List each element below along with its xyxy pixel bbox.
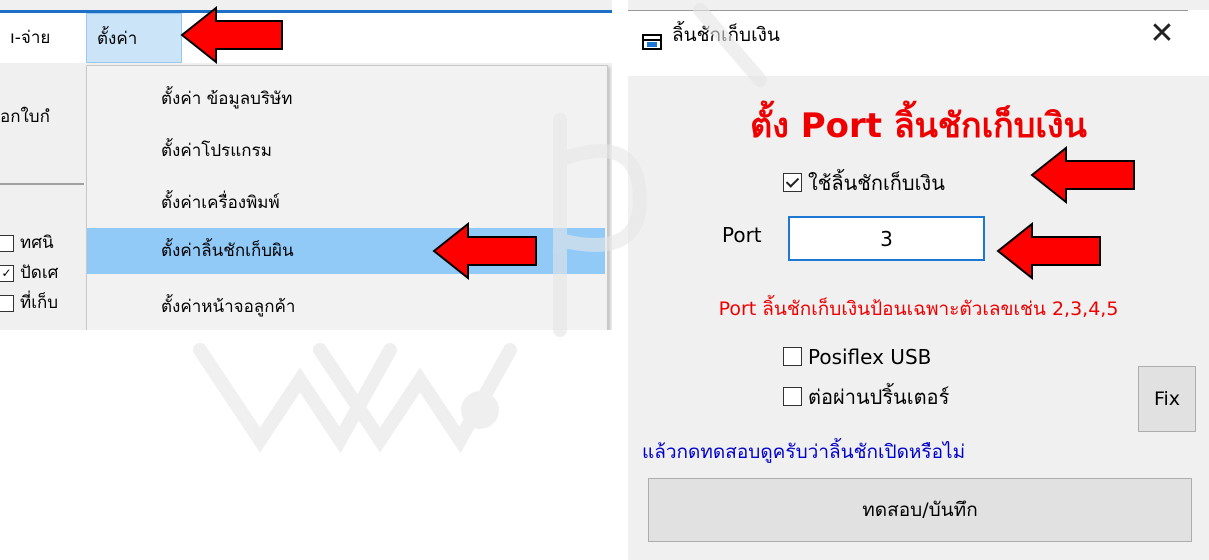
option-checkbox[interactable] xyxy=(0,294,14,312)
via-printer-checkbox[interactable] xyxy=(783,387,802,406)
option-checkbox[interactable]: ✓ xyxy=(0,264,14,282)
close-icon[interactable]: ✕ xyxy=(1144,16,1180,52)
option-rounding[interactable]: ✓ ปัดเศ xyxy=(0,258,58,288)
dialog-titlebar: ลิ้นชักเก็บเงิน ✕ xyxy=(628,10,1209,76)
port-input[interactable] xyxy=(788,216,985,261)
via-printer-label: ต่อผ่านปริ้นเตอร์ xyxy=(808,384,950,409)
dropdown-item-customer-display[interactable]: ตั้งค่าหน้าจอลูกค้า xyxy=(87,284,605,330)
red-arrow-icon xyxy=(996,222,1101,280)
option-label: ปัดเศ xyxy=(20,263,59,283)
test-hint: แล้วกดทดสอบดูครับว่าลิ้นชักเปิดหรือไม่ xyxy=(642,441,966,463)
red-arrow-icon xyxy=(180,6,283,64)
dropdown-item-printer[interactable]: ตั้งค่าเครื่องพิมพ์ xyxy=(87,180,605,226)
cash-drawer-dialog: ลิ้นชักเก็บเงิน ✕ ตั้ง Port ลิ้นชักเก็บเ… xyxy=(628,0,1209,560)
fix-button[interactable]: Fix xyxy=(1138,366,1196,432)
drawer-window-icon xyxy=(642,34,662,50)
option-label: ที่เก็บ xyxy=(20,293,59,313)
toolbar-area: อกใบกํ xyxy=(0,63,84,185)
red-arrow-icon xyxy=(432,222,537,280)
posiflex-usb-option[interactable]: Posiflex USB xyxy=(783,340,931,372)
port-label: Port xyxy=(722,223,762,247)
use-drawer-checkbox[interactable] xyxy=(783,173,802,192)
option-storage[interactable]: ที่เก็บ xyxy=(0,288,58,318)
posiflex-usb-label: Posiflex USB xyxy=(808,344,932,369)
menu-item-income-expense[interactable]: ı-จ่าย xyxy=(0,13,86,63)
page-title: ตั้ง Port ลิ้นชักเก็บเงิน xyxy=(750,106,1087,146)
menu-item-settings[interactable]: ตั้งค่า xyxy=(86,13,182,63)
dropdown-item-company-info[interactable]: ตั้งค่า ข้อมูลบริษัท xyxy=(87,76,605,122)
via-printer-option[interactable]: ต่อผ่านปริ้นเตอร์ xyxy=(783,380,949,412)
settings-dropdown: ตั้งค่า ข้อมูลบริษัท ตั้งค่าโปรแกรม ตั้ง… xyxy=(86,65,608,330)
option-decimal[interactable]: ทศนิ xyxy=(0,228,54,258)
settings-menu-screenshot: ı-จ่าย ตั้งค่า อกใบกํ ทศนิ ✓ ปัดเศ ที่เก็… xyxy=(0,0,612,330)
port-hint: Port ลิ้นชักเก็บเงินป้อนเฉพาะตัวเลขเช่น … xyxy=(718,298,1119,320)
dialog-title: ลิ้นชักเก็บเงิน xyxy=(672,24,780,46)
red-arrow-icon xyxy=(1030,146,1135,204)
posiflex-usb-checkbox[interactable] xyxy=(783,347,802,366)
use-drawer-option[interactable]: ใช้ลิ้นชักเก็บเงิน xyxy=(783,166,945,198)
option-label: ทศนิ xyxy=(20,233,54,253)
option-checkbox[interactable] xyxy=(0,234,14,252)
dropdown-item-program[interactable]: ตั้งค่าโปรแกรม xyxy=(87,128,605,174)
dialog-top-border xyxy=(628,10,1188,11)
use-drawer-label: ใช้ลิ้นชักเก็บเงิน xyxy=(808,170,945,195)
toolbar-label: อกใบกํ xyxy=(0,107,50,127)
menu-bar: ı-จ่าย ตั้งค่า xyxy=(0,13,612,63)
test-save-button[interactable]: ทดสอบ/บันทึก xyxy=(648,478,1192,542)
